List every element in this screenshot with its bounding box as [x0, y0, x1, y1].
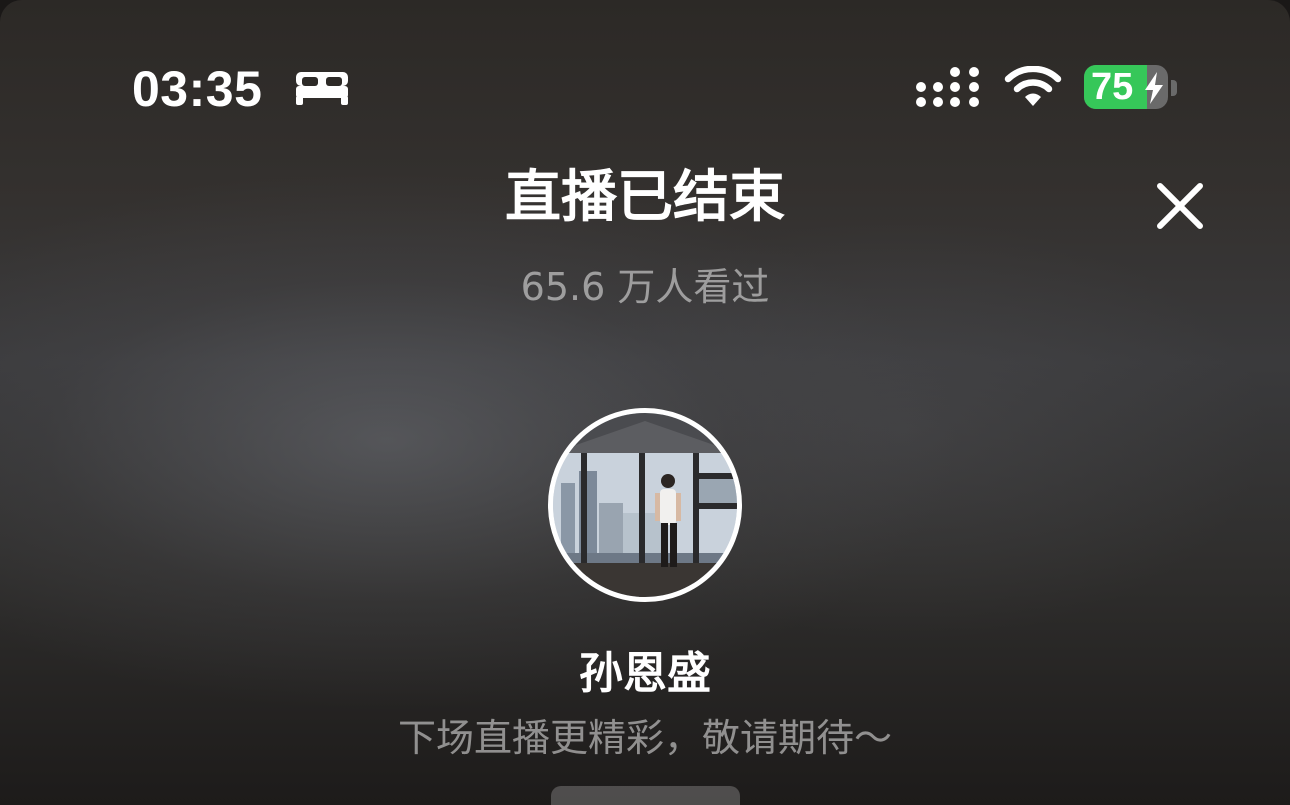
- status-time: 03:35: [132, 61, 263, 117]
- wifi-icon: [1004, 66, 1062, 106]
- cellular-signal-icon: [916, 67, 979, 107]
- battery-indicator: 75: [1084, 65, 1178, 111]
- avatar[interactable]: [548, 408, 742, 602]
- viewer-count: 65.6 万人看过: [520, 265, 770, 309]
- bed-icon: [296, 72, 348, 105]
- close-icon[interactable]: [1152, 178, 1208, 234]
- page-title: 直播已结束: [505, 165, 785, 230]
- next-live-message: 下场直播更精彩，敬请期待～: [397, 716, 892, 760]
- charging-bolt-icon: [1145, 72, 1163, 104]
- streamer-name[interactable]: 孙恩盛: [0, 646, 1290, 702]
- bottom-action-button[interactable]: [551, 786, 740, 805]
- battery-body: 75: [1084, 65, 1168, 109]
- live-ended-screen: 03:35 75 直播已结束 65.6 万人看过 孙恩盛 下场直播更精彩，敬请期…: [0, 0, 1290, 805]
- battery-level: 75: [1091, 66, 1134, 108]
- battery-cap: [1171, 80, 1177, 96]
